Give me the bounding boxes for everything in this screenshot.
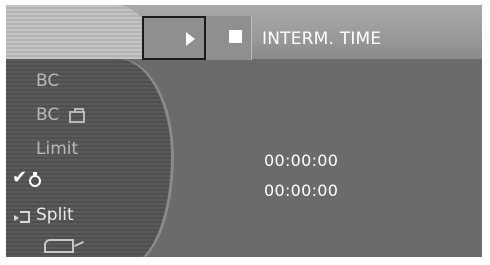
stopwatch-icon[interactable] — [29, 172, 41, 187]
menu-item-bc[interactable]: BC — [36, 71, 59, 91]
timer-value-2: 00:00:00 — [264, 181, 339, 200]
top-bar-curved-area — [6, 5, 156, 59]
menu-panel: BC BC Limit ✔ Split — [6, 59, 174, 257]
split-icon — [14, 211, 30, 223]
menu-item-limit[interactable]: Limit — [36, 139, 78, 159]
stop-icon — [229, 30, 242, 43]
play-button[interactable] — [142, 16, 206, 60]
timer-value-1: 00:00:00 — [264, 151, 339, 170]
mode-title: INTERM. TIME — [262, 29, 382, 49]
menu-item-split[interactable]: Split — [36, 205, 74, 225]
screen: INTERM. TIME BC BC Limit ✔ Split 00:00:0… — [0, 0, 490, 265]
display-panel: INTERM. TIME BC BC Limit ✔ Split 00:00:0… — [6, 5, 482, 257]
stop-button[interactable] — [206, 16, 252, 60]
oil-can-icon[interactable] — [44, 239, 74, 253]
suitcase-icon — [69, 108, 85, 123]
check-icon: ✔ — [12, 167, 28, 188]
play-icon — [186, 32, 195, 46]
menu-item-bc-trip[interactable]: BC — [36, 105, 59, 125]
top-bar: INTERM. TIME — [6, 5, 482, 60]
